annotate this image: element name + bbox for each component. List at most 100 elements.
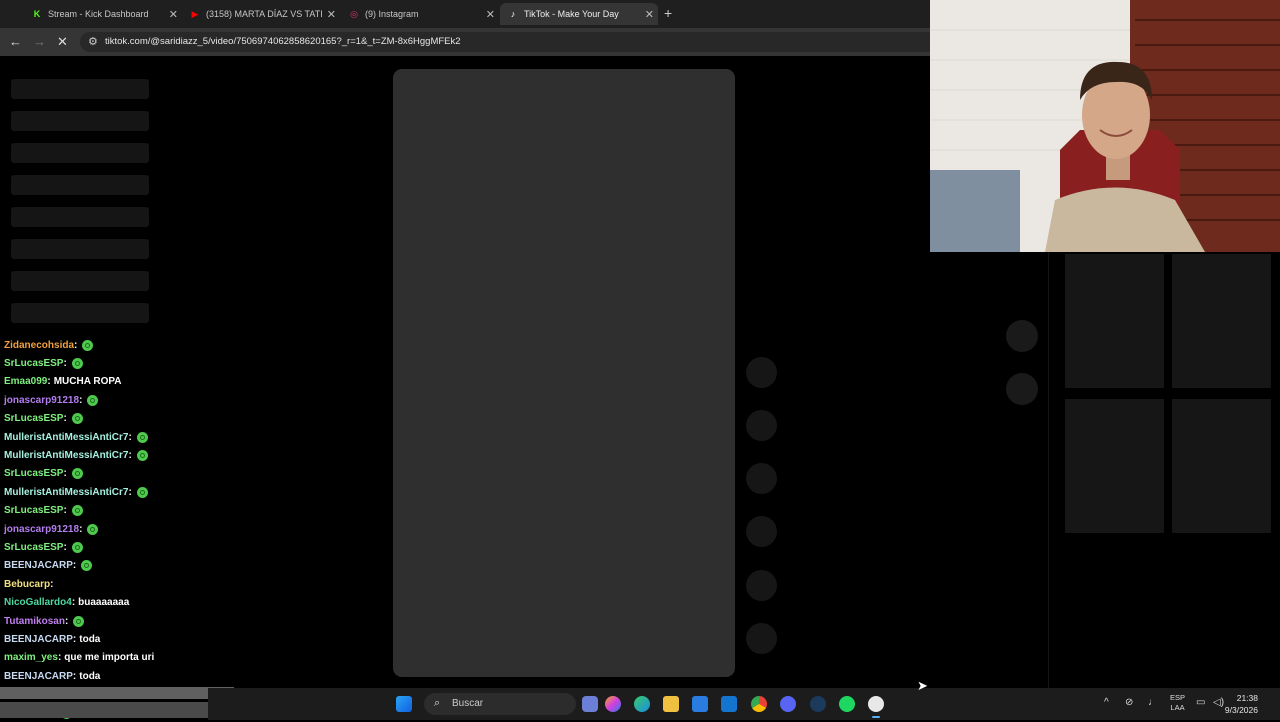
chat-message: NicoGallardo4 : buaaaaaaa [4, 594, 129, 612]
skeleton-circle [1006, 320, 1038, 352]
chat-username[interactable]: Emaa099 [4, 376, 47, 387]
store-icon[interactable] [692, 696, 708, 712]
skeleton-bar [11, 111, 149, 131]
chat-username[interactable]: maxim_yes [4, 652, 58, 663]
chat-username[interactable]: Tutamikosan [4, 616, 65, 627]
volume-icon[interactable]: ◁) [1213, 697, 1224, 708]
skeleton-bar [11, 239, 149, 259]
chat-message: Tutamikosan : [4, 612, 85, 630]
system-clock[interactable]: 21:38 9/3/2026 [1225, 692, 1258, 716]
chat-username[interactable]: SrLucasESP [4, 468, 63, 479]
tab-title: TikTok - Make Your Day [524, 9, 619, 19]
chat-username[interactable]: MulleristAntiMessiAntiCr7 [4, 432, 128, 443]
skeleton-bar [11, 143, 149, 163]
discord-icon[interactable] [780, 696, 796, 712]
chat-text: MUCHA ROPA [53, 376, 122, 388]
obs-icon[interactable] [868, 696, 884, 712]
tab-tiktok[interactable]: ♪ TikTok - Make Your Day ✕ [500, 3, 658, 25]
tab-title: (3158) MARTA DÍAZ VS TATI | C [206, 9, 324, 19]
emote-icon [71, 505, 83, 517]
edge-icon[interactable] [634, 696, 650, 712]
input-language[interactable]: ESP LAA [1170, 693, 1185, 713]
steam-icon[interactable] [810, 696, 826, 712]
skeleton-bar [11, 79, 149, 99]
chat-message-highlight [0, 702, 208, 718]
microphone-icon[interactable]: ♩ [1148, 697, 1158, 708]
chat-separator: : [79, 523, 83, 535]
file-explorer-icon[interactable] [663, 696, 679, 712]
task-view-icon[interactable] [582, 696, 598, 712]
chat-separator: : [63, 413, 67, 425]
skeleton-thumbnail [1065, 399, 1164, 533]
search-placeholder: Buscar [452, 698, 484, 709]
chat-username[interactable]: jonascarp91218 [4, 395, 79, 406]
skeleton-circle [1006, 373, 1038, 405]
site-settings-icon[interactable]: ⚙ [88, 35, 98, 48]
chat-message: BEENJACARP : [4, 557, 93, 575]
tab-instagram[interactable]: ◎ (9) Instagram ✕ [341, 3, 499, 25]
new-tab-button[interactable]: + [664, 5, 672, 21]
chrome-icon[interactable] [751, 696, 767, 712]
close-tab-icon[interactable]: ✕ [327, 8, 336, 21]
language-layout: LAA [1170, 703, 1185, 712]
clock-date: 9/3/2026 [1224, 705, 1258, 715]
streamer-webcam-image [930, 0, 1280, 252]
address-bar[interactable]: ⚙ tiktok.com/@saridiazz_5/video/75069740… [80, 32, 940, 52]
chat-message-highlight [0, 687, 234, 699]
tab-youtube[interactable]: ▶ (3158) MARTA DÍAZ VS TATI | C ✕ [182, 3, 340, 25]
chat-username[interactable]: jonascarp91218 [4, 524, 79, 535]
windows-start-icon[interactable] [396, 696, 412, 712]
skeleton-thumbnail [1065, 254, 1164, 388]
chat-text: buaaaaaaa [78, 597, 130, 609]
emote-icon [136, 449, 148, 461]
back-icon[interactable]: ← [9, 34, 22, 49]
skeleton-thumbnail [1172, 399, 1271, 533]
spotify-icon[interactable] [839, 696, 855, 712]
chat-message: Bebucarp : [4, 575, 53, 593]
network-icon[interactable]: ⊘ [1125, 697, 1133, 708]
chat-username[interactable]: SrLucasESP [4, 542, 63, 553]
divider [1048, 252, 1049, 688]
chat-username[interactable]: MulleristAntiMessiAntiCr7 [4, 487, 128, 498]
chat-username[interactable]: SrLucasESP [4, 358, 63, 369]
chat-username[interactable]: BEENJACARP [4, 634, 73, 645]
chat-text: toda [79, 633, 101, 645]
chat-username[interactable]: SrLucasESP [4, 413, 63, 424]
chevron-up-icon[interactable]: ^ [1104, 697, 1109, 708]
forward-icon[interactable]: → [33, 34, 46, 49]
display-icon[interactable]: ▭ [1196, 697, 1205, 708]
chat-username[interactable]: MulleristAntiMessiAntiCr7 [4, 450, 128, 461]
chat-username[interactable]: SrLucasESP [4, 505, 63, 516]
chat-separator: : [74, 339, 78, 351]
chat-username[interactable]: Zidanecohsida [4, 340, 74, 351]
tab-kick[interactable]: K Stream - Kick Dashboard ✕ [24, 3, 182, 25]
chat-message: MulleristAntiMessiAntiCr7 : [4, 428, 148, 446]
close-tab-icon[interactable]: ✕ [645, 8, 654, 21]
skeleton-bar [11, 303, 149, 323]
chat-separator: : [128, 449, 132, 461]
video-placeholder[interactable] [393, 69, 735, 677]
close-tab-icon[interactable]: ✕ [486, 8, 495, 21]
stop-loading-icon[interactable]: ✕ [57, 34, 68, 50]
chat-username[interactable]: BEENJACARP [4, 560, 73, 571]
skeleton-circle [746, 623, 777, 654]
skeleton-thumbnail [1172, 254, 1271, 388]
emote-icon [71, 541, 83, 553]
taskbar-search[interactable]: ⌕ Buscar [424, 693, 576, 715]
chat-separator: : [57, 652, 62, 664]
chat-username[interactable]: Bebucarp [4, 579, 50, 590]
chat-message: MulleristAntiMessiAntiCr7 : [4, 446, 148, 464]
chat-message: SrLucasESP : [4, 410, 83, 428]
chat-message: MulleristAntiMessiAntiCr7 : [4, 483, 148, 501]
chat-message: Emaa099 : MUCHA ROPA [4, 373, 122, 391]
chat-username[interactable]: NicoGallardo4 [4, 597, 72, 608]
close-tab-icon[interactable]: ✕ [169, 8, 178, 21]
emote-icon [71, 413, 83, 425]
chat-separator: : [71, 597, 76, 609]
copilot-icon[interactable] [605, 696, 621, 712]
chat-username[interactable]: BEENJACARP [4, 671, 73, 682]
outlook-icon[interactable] [721, 696, 737, 712]
chat-separator: : [63, 468, 67, 480]
chat-separator: : [64, 615, 69, 627]
url-text[interactable]: tiktok.com/@saridiazz_5/video/7506974062… [105, 36, 461, 47]
